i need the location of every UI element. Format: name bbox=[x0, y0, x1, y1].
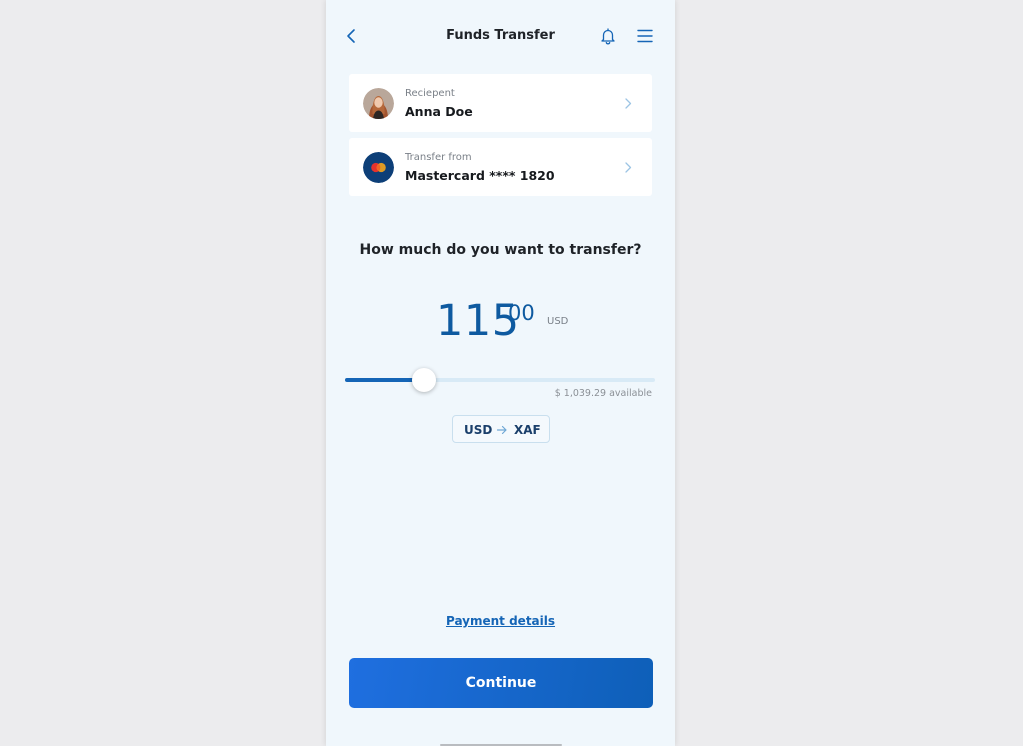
menu-button[interactable] bbox=[636, 28, 654, 44]
payment-details-link[interactable]: Payment details bbox=[326, 614, 675, 628]
card-logo bbox=[363, 152, 394, 183]
page-title: Funds Transfer bbox=[446, 28, 555, 43]
transfer-from-label: Transfer from bbox=[405, 152, 472, 163]
bell-icon bbox=[601, 28, 615, 45]
phone-screen: Funds Transfer Reciepent Anna Doe Transf… bbox=[326, 0, 675, 746]
mastercard-icon bbox=[363, 152, 394, 183]
currency-from: USD bbox=[464, 423, 493, 437]
recipient-name: Anna Doe bbox=[405, 104, 473, 119]
available-balance: $ 1,039.29 available bbox=[554, 388, 652, 399]
recipient-card[interactable]: Reciepent Anna Doe bbox=[349, 74, 652, 132]
amount-question: How much do you want to transfer? bbox=[359, 242, 642, 258]
chevron-right-icon bbox=[625, 162, 632, 173]
hamburger-menu-icon bbox=[637, 29, 653, 43]
currency-pair-selector[interactable]: USD XAF bbox=[452, 415, 550, 443]
continue-button[interactable]: Continue bbox=[349, 658, 653, 708]
currency-to: XAF bbox=[514, 423, 541, 437]
amount-decimal: 00 bbox=[508, 301, 535, 325]
recipient-label: Reciepent bbox=[405, 88, 455, 99]
app-header: Funds Transfer bbox=[326, 0, 675, 72]
arrow-right-icon bbox=[496, 425, 507, 435]
transfer-from-card[interactable]: Transfer from Mastercard **** 1820 bbox=[349, 138, 652, 196]
chevron-right-icon bbox=[625, 98, 632, 109]
recipient-avatar-icon bbox=[363, 88, 394, 119]
avatar bbox=[363, 88, 394, 119]
notifications-button[interactable] bbox=[599, 27, 617, 45]
slider-thumb[interactable] bbox=[412, 368, 436, 392]
transfer-from-account: Mastercard **** 1820 bbox=[405, 168, 555, 183]
amount-currency: USD bbox=[547, 316, 569, 327]
amount-display: 115 00 USD bbox=[326, 296, 675, 352]
